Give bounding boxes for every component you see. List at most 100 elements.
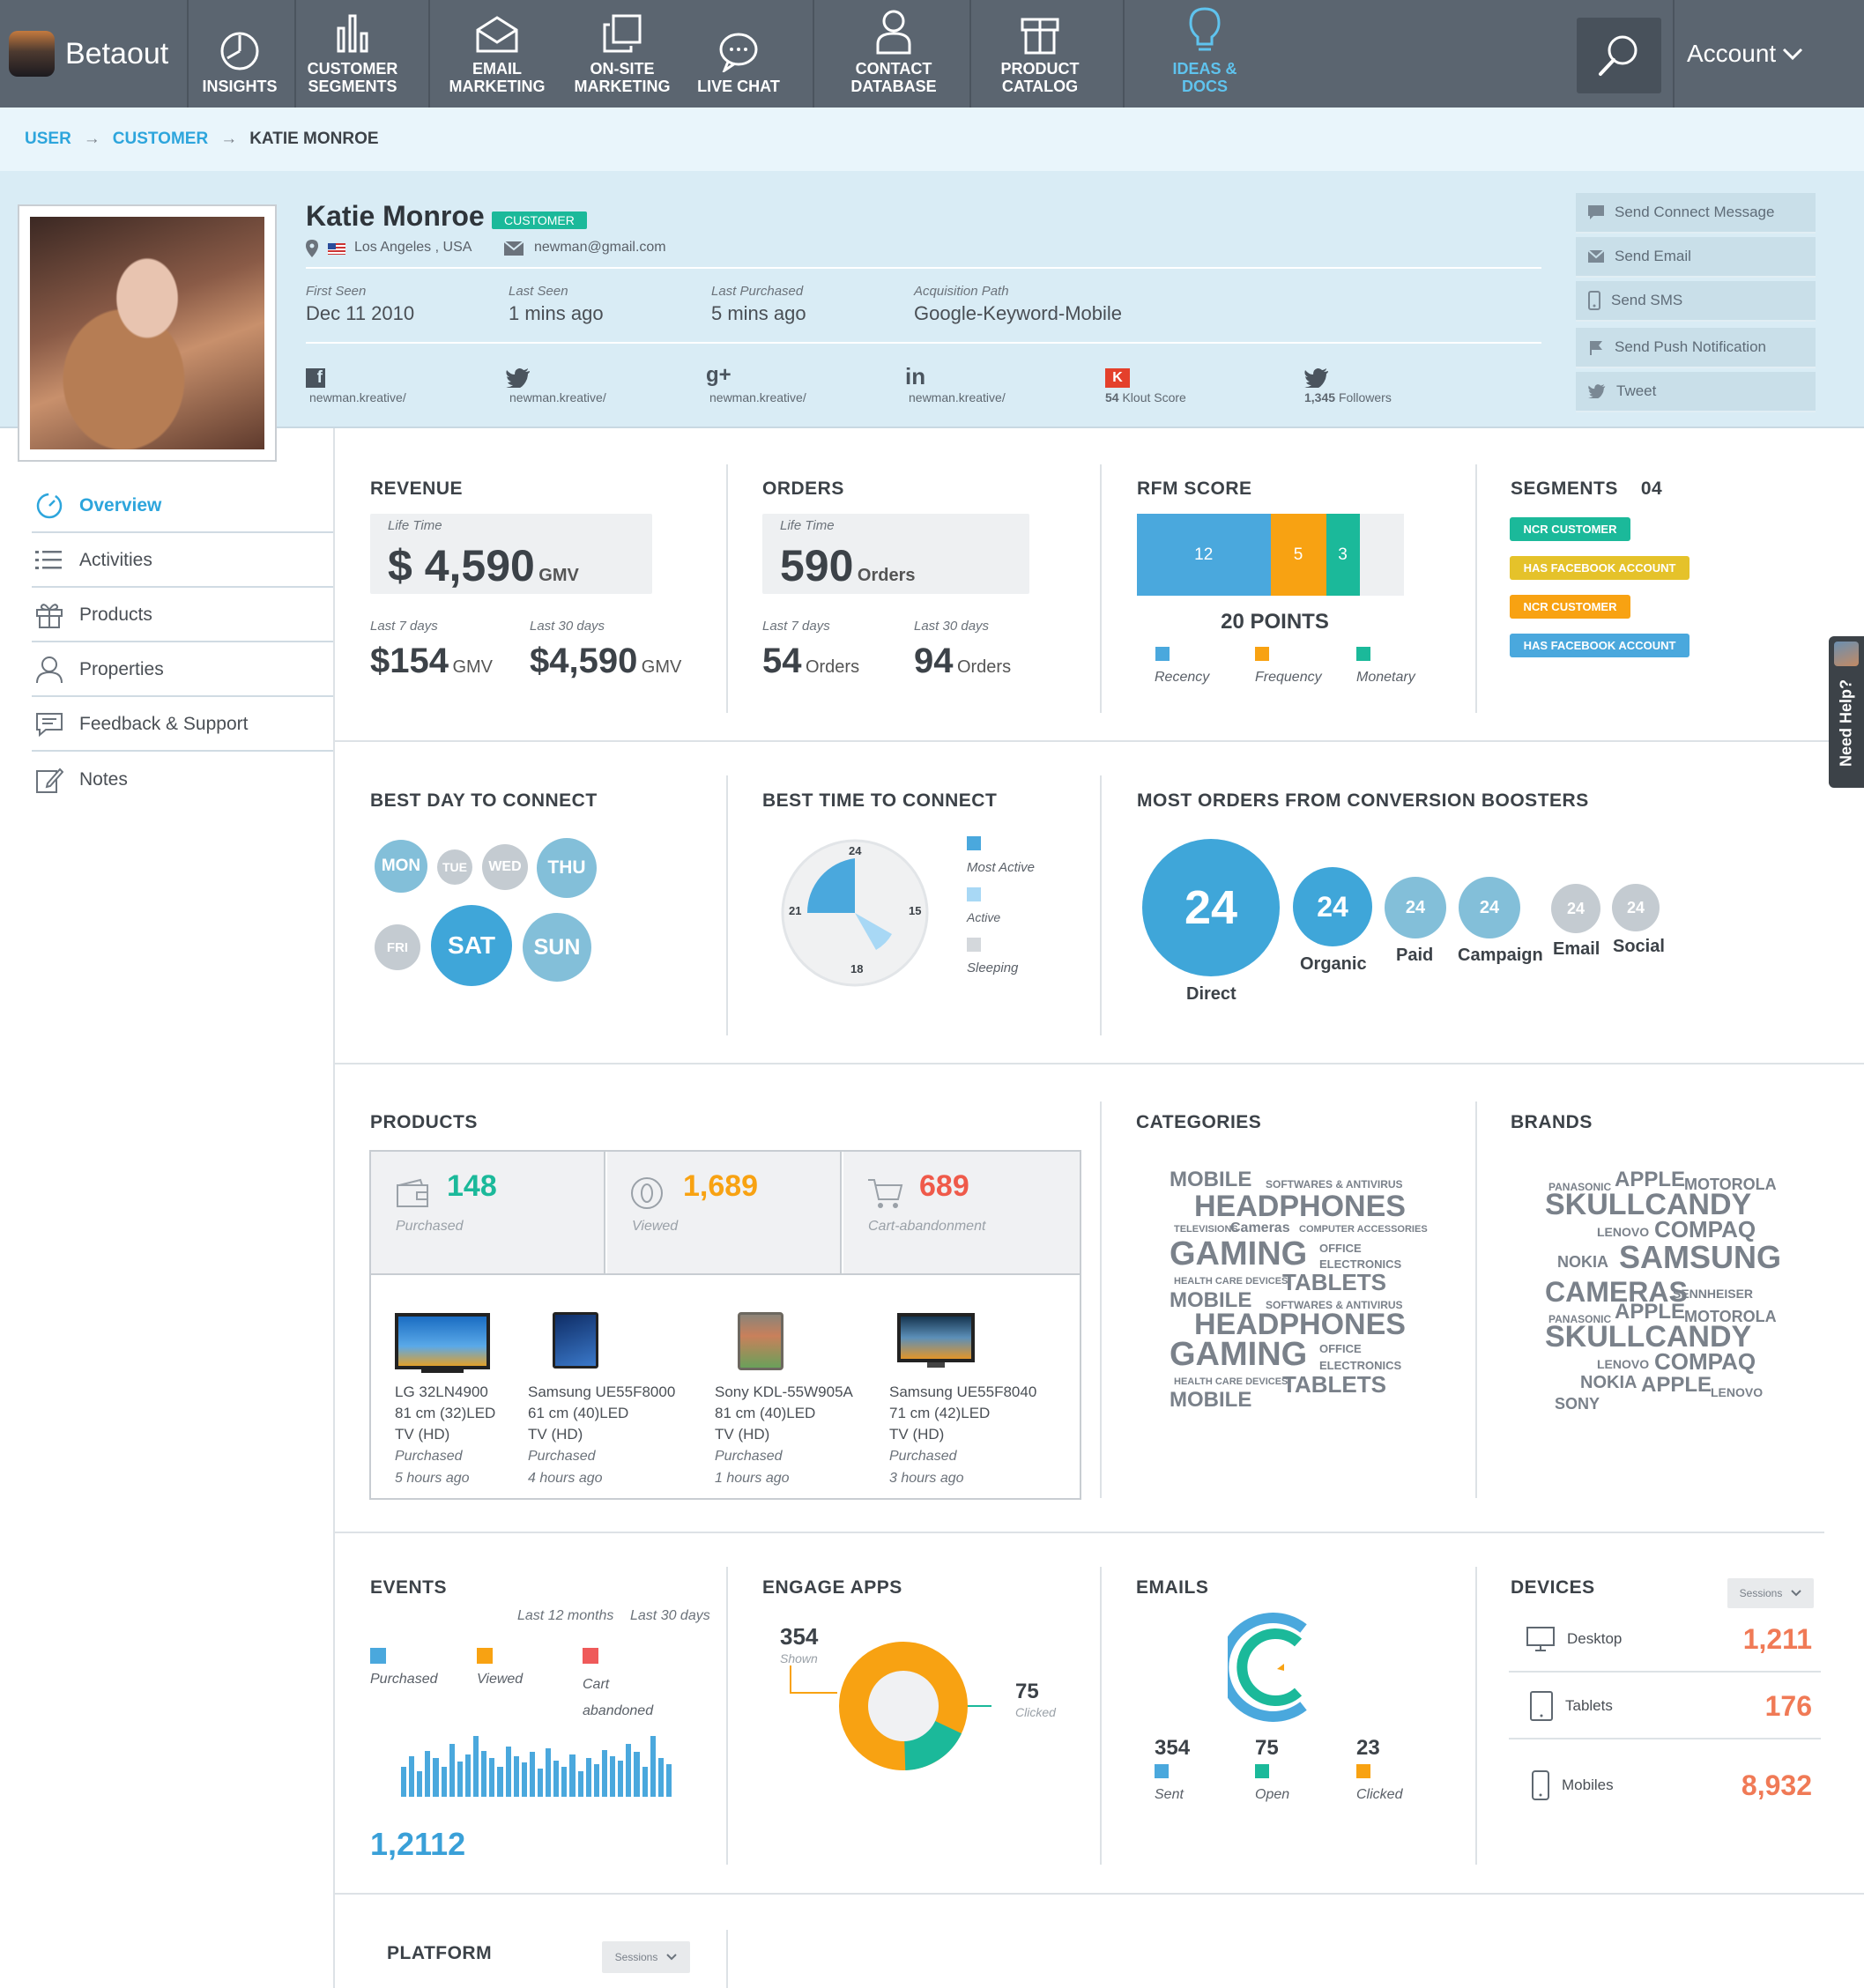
orders-lifetime-unit: Orders [857,566,916,585]
nav-contact-database[interactable]: CONTACT DATABASE [839,0,948,108]
breadcrumb-user[interactable]: USER [25,130,71,149]
cloud-word: OFFICE [1319,1242,1362,1255]
product-status: Purchased [528,1449,596,1464]
emails-clicked-label: Clicked [1356,1787,1403,1802]
twitter-icon [1304,368,1328,388]
product-item[interactable]: Samsung UE55F8040 71 cm (42)LED TV (HD) … [889,1382,1036,1489]
breadcrumb-customer[interactable]: CUSTOMER [113,130,208,149]
feedback-icon [36,713,63,737]
cart-abandonment-label: Cart-abandonment [868,1219,986,1234]
orders-lifetime-value: 590 [780,541,854,590]
send-connect-message-button[interactable]: Send Connect Message [1576,193,1816,234]
twitter-icon [1588,384,1606,398]
box-icon [1021,18,1059,55]
twitter-handle[interactable]: newman.kreative/ [509,390,606,404]
profile-photo [30,217,264,449]
events-bar [425,1751,431,1797]
google-plus-icon[interactable]: g+ [706,363,731,388]
klout-icon: K [1105,368,1130,388]
nav-customer-segments[interactable]: CUSTOMER SEGMENTS [300,0,405,108]
cloud-word: NOKIA [1580,1373,1637,1392]
device-mobiles-row[interactable]: Mobiles 8,932 [1509,1741,1821,1829]
device-tablets-row[interactable]: Tablets 176 [1509,1674,1821,1740]
send-push-notification-button[interactable]: Send Push Notification [1576,328,1816,368]
device-tablets-label: Tablets [1565,1697,1613,1714]
account-menu[interactable]: Account [1687,0,1804,108]
send-sms-button[interactable]: Send SMS [1576,281,1816,322]
linkedin-icon[interactable]: in [905,363,925,390]
cloud-word: LENOVO [1597,1225,1650,1239]
menu-notes[interactable]: Notes [32,753,333,806]
events-bar [585,1758,591,1797]
product-thumbnail-phone[interactable] [738,1312,783,1370]
menu-properties[interactable]: Properties [32,644,333,697]
events-bar [441,1766,447,1797]
product-thumbnail-tablet[interactable] [553,1312,598,1369]
tweet-button[interactable]: Tweet [1576,372,1816,412]
categories-title: CATEGORIES [1136,1112,1262,1132]
menu-products[interactable]: Products [32,590,333,642]
divider [306,342,1541,344]
tv-stand [927,1362,945,1368]
day-bubble-tue: TUE [437,849,472,885]
search-button[interactable] [1577,18,1661,93]
menu-activities[interactable]: Activities [32,535,333,588]
device-desktop-row[interactable]: Desktop 1,211 [1509,1607,1821,1673]
events-bar [642,1766,648,1797]
events-bar [657,1758,664,1797]
engage-clicked-value: 75 [1015,1680,1039,1703]
cloud-word: Cameras [1230,1220,1290,1235]
nav-email-marketing[interactable]: EMAIL MARKETING [442,0,552,108]
nav-live-chat[interactable]: LIVE CHAT [689,0,788,108]
events-bar [433,1758,439,1797]
revenue-l30-unit: GMV [641,657,682,677]
platform-sessions-dropdown[interactable]: Sessions [602,1941,690,1973]
segment-tag[interactable]: HAS FACEBOOK ACCOUNT [1510,634,1689,657]
facebook-icon[interactable]: f [306,368,325,388]
list-icon [35,551,62,569]
nav-onsite-marketing[interactable]: ON-SITE MARKETING [569,0,675,108]
email-address[interactable]: newman@gmail.com [534,240,666,256]
twitter-icon[interactable] [506,368,531,388]
segment-tag[interactable]: NCR CUSTOMER [1510,517,1630,541]
product-item[interactable]: LG 32LN4900 81 cm (32)LED TV (HD) Purcha… [395,1382,495,1489]
events-tab-30-days[interactable]: Last 30 days [630,1608,710,1624]
events-bar [417,1771,423,1797]
viewed-stat[interactable]: 1,689 Viewed [607,1152,842,1273]
cart-abandonment-stat[interactable]: 689 Cart-abandonment [843,1152,1080,1273]
events-title: EVENTS [370,1577,448,1598]
product-type: TV (HD) [715,1426,770,1443]
menu-overview[interactable]: Overview [32,480,333,533]
support-avatar [1834,642,1859,666]
clock-tick-18: 18 [850,962,864,975]
revenue-l7-value: $154 [370,642,449,680]
send-email-button[interactable]: Send Email [1576,237,1816,278]
facebook-handle[interactable]: newman.kreative/ [309,390,406,404]
klout-score: 54 Klout Score [1105,390,1186,404]
need-help-tab[interactable]: Need Help? [1829,636,1864,788]
nav-insights[interactable]: INSIGHTS [190,0,289,108]
segment-tag[interactable]: NCR CUSTOMER [1510,595,1630,619]
product-item[interactable]: Sony KDL-55W905A 81 cm (40)LED TV (HD) P… [715,1382,853,1489]
cloud-word: SONY [1555,1395,1600,1413]
segment-tag[interactable]: HAS FACEBOOK ACCOUNT [1510,556,1689,580]
nav-product-catalog[interactable]: PRODUCT CATALOG [987,0,1093,108]
linkedin-handle[interactable]: newman.kreative/ [909,390,1006,404]
nav-ideas-docs[interactable]: IDEAS & DOCS [1155,0,1255,108]
emails-open-swatch [1255,1764,1269,1778]
menu-feedback-support[interactable]: Feedback & Support [32,699,333,752]
devices-sessions-dropdown[interactable]: Sessions [1727,1578,1814,1608]
cloud-word: SENNHEISER [1673,1287,1754,1301]
booster-direct-label: Direct [1186,984,1236,1004]
product-thumbnail-tv[interactable] [395,1313,490,1369]
events-purchased-label: Purchased [370,1672,438,1687]
nav-customer-label-2: SEGMENTS [308,78,397,95]
product-thumbnail-tv[interactable] [897,1313,975,1362]
first-seen-value: Dec 11 2010 [306,302,415,324]
google-plus-handle[interactable]: newman.kreative/ [709,390,806,404]
purchased-stat[interactable]: 148 Purchased [371,1152,605,1273]
logo[interactable]: Betaout [0,0,189,108]
events-tab-12-months[interactable]: Last 12 months [517,1608,613,1624]
nav-product-label-1: PRODUCT [1000,60,1080,78]
product-item[interactable]: Samsung UE55F8000 61 cm (40)LED TV (HD) … [528,1382,675,1489]
